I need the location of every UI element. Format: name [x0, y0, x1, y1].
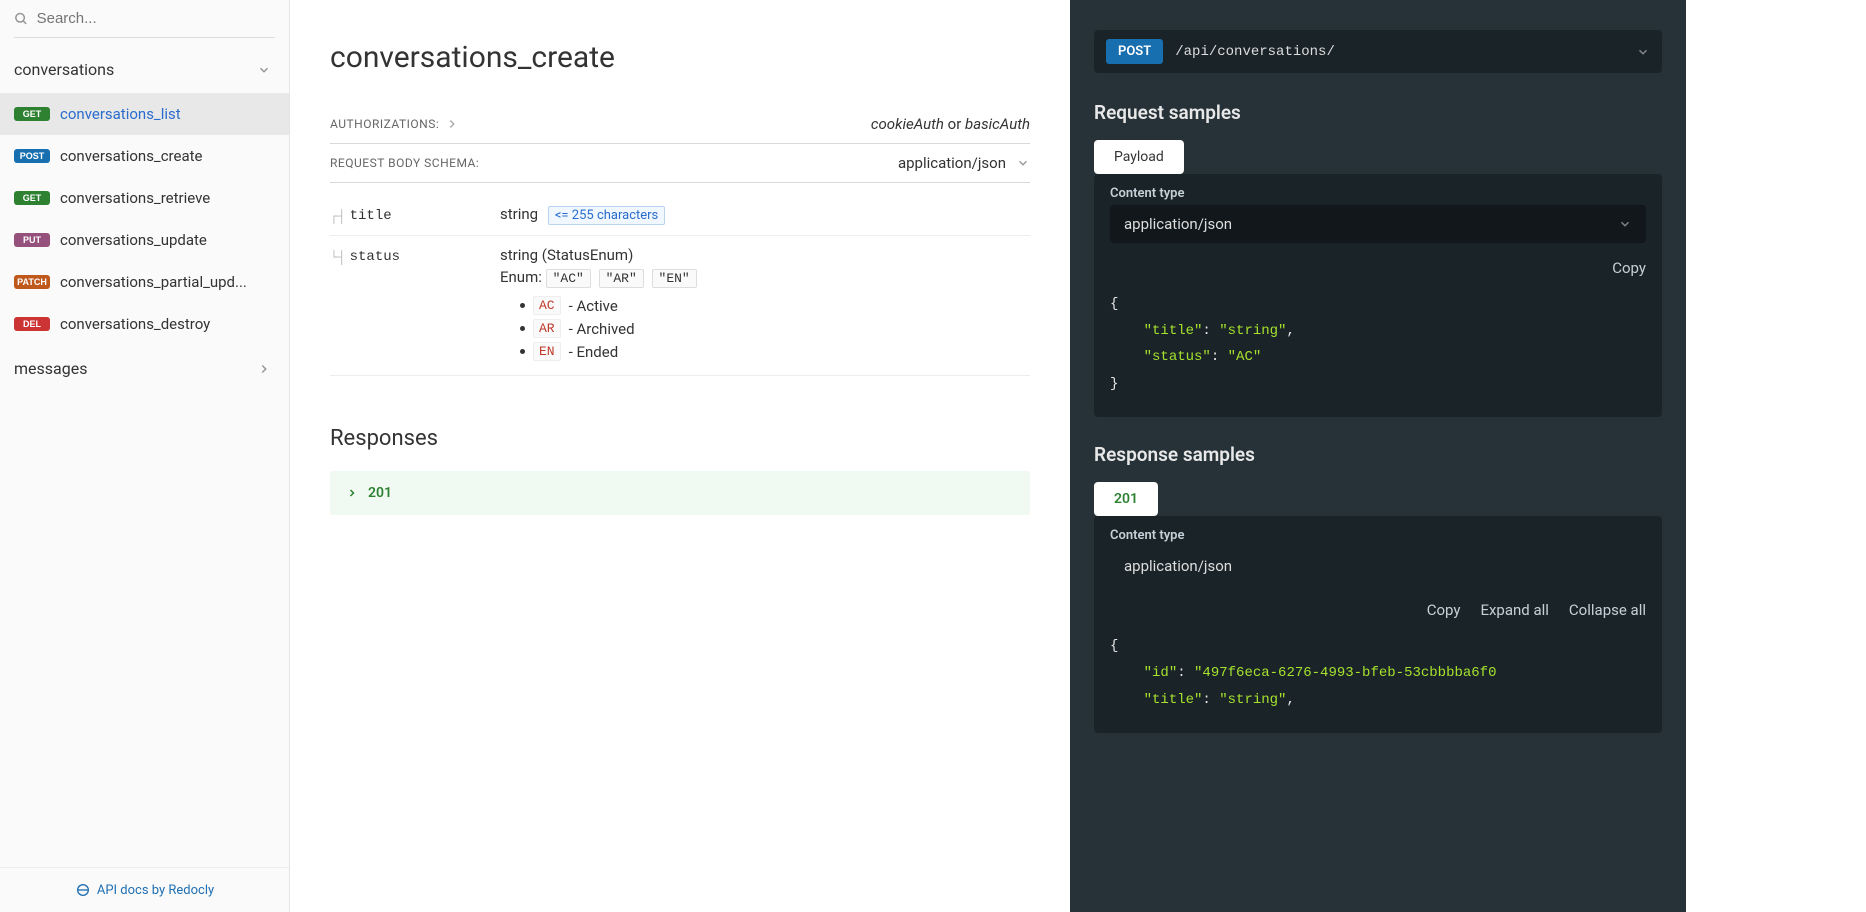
- chevron-right-icon: [346, 487, 358, 499]
- page-title: conversations_create: [330, 40, 1030, 75]
- nav-item-conversations-list[interactable]: GET conversations_list: [0, 93, 289, 135]
- content-type-value: application/json: [1110, 547, 1646, 585]
- chevron-down-icon: [1016, 156, 1030, 170]
- content-type-dropdown[interactable]: application/json: [1110, 205, 1646, 243]
- auth-label: AUTHORIZATIONS:: [330, 117, 459, 131]
- content-type-label: Content type: [1110, 528, 1646, 543]
- chevron-down-icon: [1636, 45, 1650, 59]
- method-badge: GET: [14, 107, 50, 122]
- method-badge: PATCH: [14, 275, 50, 290]
- responses-heading: Responses: [330, 426, 1030, 451]
- endpoint-selector[interactable]: POST /api/conversations/: [1094, 30, 1662, 73]
- response-code: 201: [368, 485, 392, 501]
- endpoint-path: /api/conversations/: [1175, 44, 1624, 60]
- content-type-select[interactable]: application/json: [898, 154, 1030, 172]
- body-schema-label: REQUEST BODY SCHEMA:: [330, 156, 479, 170]
- footer-text: API docs by Redocly: [97, 883, 214, 898]
- request-samples-heading: Request samples: [1094, 101, 1662, 124]
- collapse-all-button[interactable]: Collapse all: [1569, 601, 1646, 619]
- tab-payload[interactable]: Payload: [1094, 140, 1184, 174]
- nav-item-conversations-partial-update[interactable]: PATCH conversations_partial_upd...: [0, 261, 289, 303]
- search-icon: [14, 11, 29, 27]
- nav-item-conversations-update[interactable]: PUT conversations_update: [0, 219, 289, 261]
- method-badge: POST: [14, 149, 50, 164]
- nav-item-label: conversations_update: [60, 231, 207, 249]
- expand-all-button[interactable]: Expand all: [1480, 601, 1548, 619]
- chevron-down-icon: [257, 63, 271, 77]
- response-samples-heading: Response samples: [1094, 443, 1662, 466]
- nav-item-label: conversations_retrieve: [60, 189, 210, 207]
- nav-item-label: conversations_destroy: [60, 315, 210, 333]
- method-badge: GET: [14, 191, 50, 206]
- nav-group-messages[interactable]: messages: [0, 345, 289, 392]
- auth-value: cookieAuth or basicAuth: [871, 115, 1030, 133]
- nav-item-conversations-create[interactable]: POST conversations_create: [0, 135, 289, 177]
- redocly-icon: [75, 882, 91, 898]
- nav-item-label: conversations_list: [60, 105, 181, 123]
- nav-group-label: conversations: [14, 60, 114, 79]
- field-desc-title: string <= 255 characters: [500, 205, 1030, 225]
- nav-item-conversations-destroy[interactable]: DEL conversations_destroy: [0, 303, 289, 345]
- method-badge: DEL: [14, 317, 50, 332]
- nav-item-label: conversations_create: [60, 147, 202, 165]
- response-201[interactable]: 201: [330, 471, 1030, 515]
- chevron-right-icon: [257, 362, 271, 376]
- footer-link[interactable]: API docs by Redocly: [0, 867, 289, 912]
- field-desc-status: string (StatusEnum) Enum: "AC" "AR" "EN"…: [500, 246, 1030, 365]
- nav-group-label: messages: [14, 359, 87, 378]
- nav-group-conversations[interactable]: conversations: [0, 46, 289, 93]
- request-code: { "title": "string", "status": "AC" }: [1094, 285, 1662, 417]
- response-code: { "id": "497f6eca-6276-4993-bfeb-53cbbbb…: [1094, 627, 1662, 733]
- tab-response-201[interactable]: 201: [1094, 482, 1158, 516]
- nav-item-label: conversations_partial_upd...: [60, 273, 247, 291]
- chevron-right-icon[interactable]: [445, 117, 459, 131]
- method-badge: POST: [1106, 39, 1163, 64]
- field-name-title: ┌┤title: [330, 205, 500, 224]
- search-input[interactable]: [37, 10, 275, 27]
- copy-button[interactable]: Copy: [1612, 259, 1646, 277]
- field-name-status: └┤status: [330, 246, 500, 265]
- nav-item-conversations-retrieve[interactable]: GET conversations_retrieve: [0, 177, 289, 219]
- method-badge: PUT: [14, 233, 50, 248]
- chevron-down-icon: [1618, 217, 1632, 231]
- content-type-label: Content type: [1110, 186, 1646, 201]
- copy-button[interactable]: Copy: [1427, 601, 1461, 619]
